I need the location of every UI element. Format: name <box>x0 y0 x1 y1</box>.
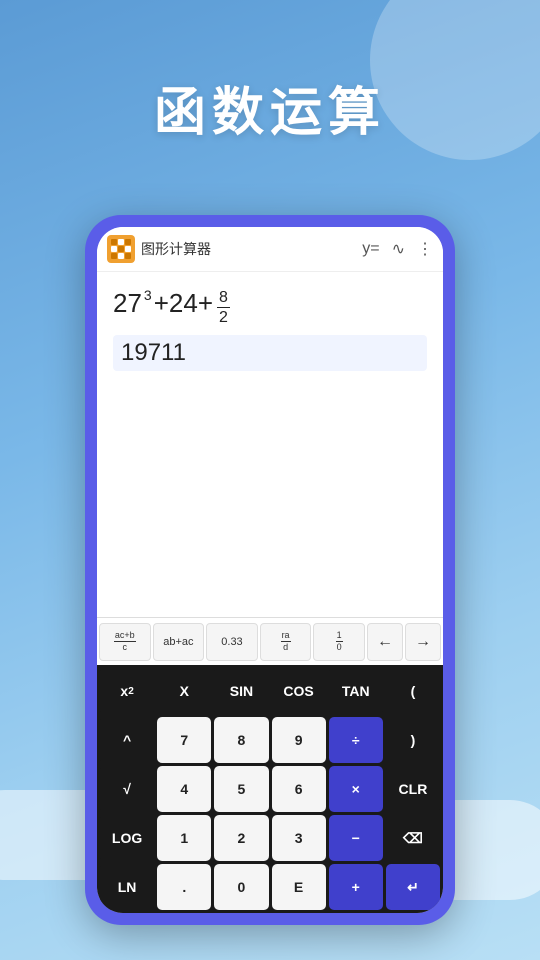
key-9[interactable]: 9 <box>272 717 326 763</box>
key-close-paren[interactable]: ) <box>386 717 440 763</box>
key-6[interactable]: 6 <box>272 766 326 812</box>
scroll-btn-10[interactable]: 1 0 <box>313 623 365 661</box>
scroll-row: ac+b c ab+ac 0.33 ra d 1 0 <box>97 617 443 665</box>
key-minus[interactable]: − <box>329 815 383 861</box>
key-log[interactable]: LOG <box>100 815 154 861</box>
key-E[interactable]: E <box>272 864 326 910</box>
key-cos[interactable]: COS <box>272 668 326 714</box>
phone-frame: 图形计算器 y= ∿ ⋮ 273 +24+ 8 2 19711 <box>85 215 455 925</box>
page-title: 函数运算 <box>0 70 540 145</box>
key-tan[interactable]: TAN <box>329 668 383 714</box>
key-open-paren[interactable]: ( <box>386 668 440 714</box>
key-ln[interactable]: LN <box>100 864 154 910</box>
key-row-5: LN . 0 E + ↵ <box>100 864 440 910</box>
key-4[interactable]: 4 <box>157 766 211 812</box>
key-sqrt[interactable]: √ <box>100 766 154 812</box>
key-sin[interactable]: SIN <box>214 668 268 714</box>
app-icon <box>107 235 135 263</box>
key-divide[interactable]: ÷ <box>329 717 383 763</box>
key-row-3: √ 4 5 6 × CLR <box>100 766 440 812</box>
result-line: 19711 <box>113 335 427 371</box>
header-actions: y= ∿ ⋮ <box>362 239 433 259</box>
key-multiply[interactable]: × <box>329 766 383 812</box>
app-title: 图形计算器 <box>141 239 362 259</box>
y-equals-button[interactable]: y= <box>362 240 379 258</box>
wave-button[interactable]: ∿ <box>392 239 405 259</box>
key-enter[interactable]: ↵ <box>386 864 440 910</box>
scroll-btn-abac[interactable]: ab+ac <box>153 623 205 661</box>
expr-fraction: 8 2 <box>217 288 230 327</box>
expr-base: 27 <box>113 288 142 319</box>
expression-line: 273 +24+ 8 2 <box>113 288 427 327</box>
scroll-nav-right[interactable]: → <box>405 623 441 661</box>
phone-inner: 图形计算器 y= ∿ ⋮ 273 +24+ 8 2 19711 <box>97 227 443 913</box>
scroll-btn-rad[interactable]: ra d <box>260 623 312 661</box>
key-dot[interactable]: . <box>157 864 211 910</box>
key-2[interactable]: 2 <box>214 815 268 861</box>
scroll-btn-fraction[interactable]: ac+b c <box>99 623 151 661</box>
key-clr[interactable]: CLR <box>386 766 440 812</box>
key-8[interactable]: 8 <box>214 717 268 763</box>
app-header: 图形计算器 y= ∿ ⋮ <box>97 227 443 272</box>
key-1[interactable]: 1 <box>157 815 211 861</box>
key-3[interactable]: 3 <box>272 815 326 861</box>
calc-display: 273 +24+ 8 2 19711 <box>97 272 443 617</box>
scroll-btn-033[interactable]: 0.33 <box>206 623 258 661</box>
scroll-nav-left[interactable]: ← <box>367 623 403 661</box>
keyboard: x2 X SIN COS TAN ( ^ 7 8 9 ÷ ) √ 4 5 6 <box>97 665 443 913</box>
key-x2[interactable]: x2 <box>100 668 154 714</box>
key-X[interactable]: X <box>157 668 211 714</box>
key-row-4: LOG 1 2 3 − ⌫ <box>100 815 440 861</box>
key-5[interactable]: 5 <box>214 766 268 812</box>
more-button[interactable]: ⋮ <box>417 239 433 259</box>
key-row-1: x2 X SIN COS TAN ( <box>100 668 440 714</box>
key-7[interactable]: 7 <box>157 717 211 763</box>
key-caret[interactable]: ^ <box>100 717 154 763</box>
key-backspace[interactable]: ⌫ <box>386 815 440 861</box>
key-plus[interactable]: + <box>329 864 383 910</box>
key-0[interactable]: 0 <box>214 864 268 910</box>
expr-sup: 3 <box>144 288 152 302</box>
key-row-2: ^ 7 8 9 ÷ ) <box>100 717 440 763</box>
